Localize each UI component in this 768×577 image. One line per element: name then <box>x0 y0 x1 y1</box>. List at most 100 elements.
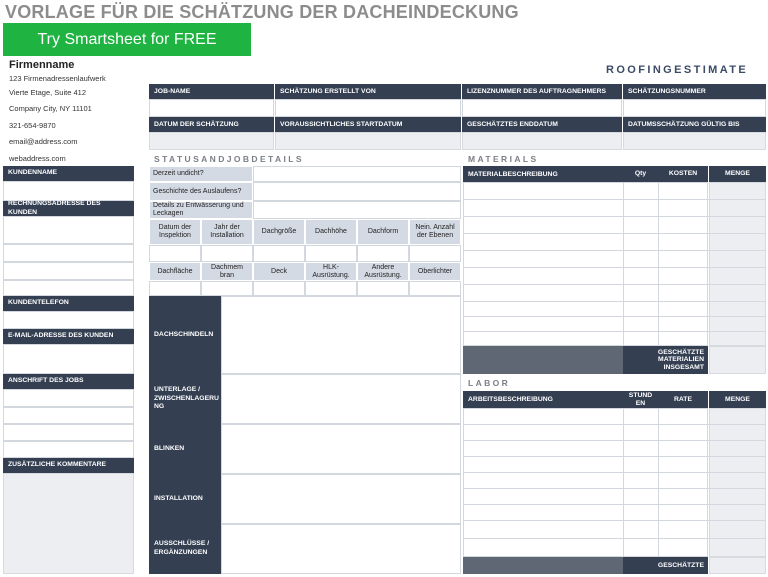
materials-total-value <box>709 346 766 374</box>
customer-name-field[interactable] <box>3 181 134 201</box>
value-roof-size[interactable] <box>253 245 305 262</box>
header-start-date: VORAUSSICHTLICHES STARTDATUM <box>275 117 461 132</box>
job-address-field-3[interactable] <box>3 424 134 441</box>
license-number-field[interactable] <box>462 99 622 117</box>
status-section-title: STATUSANDJOBDETAILS <box>154 154 304 164</box>
header-license-number: LIZENZNUMMER DES AUFTRAGNEHMERS <box>462 84 622 99</box>
end-date-field[interactable] <box>462 132 622 150</box>
materials-header-qty: Qty <box>623 166 658 182</box>
materials-divider-1 <box>623 182 624 346</box>
customer-phone-field[interactable] <box>3 311 134 329</box>
customer-phone-label: KUNDENTELEFON <box>3 296 134 311</box>
labor-section-title: LABOR <box>468 378 511 388</box>
estimate-number-field[interactable] <box>623 99 766 117</box>
estimate-date-field[interactable] <box>149 132 274 150</box>
value-roof-height[interactable] <box>305 245 357 262</box>
label-skylights: Oberlichter <box>409 262 461 281</box>
materials-total-label: GESCHÄTZTE MATERIALIEN INSGESAMT <box>623 346 708 374</box>
header-estimate-by: SCHÄTZUNG ERSTELLT VON <box>275 84 461 99</box>
job-address-field-1[interactable] <box>3 389 134 407</box>
labor-row-line <box>463 440 766 441</box>
company-name: Firmenname <box>9 59 75 71</box>
question-leaking: Derzeit undicht? <box>149 166 253 182</box>
label-roof-area: Dachfläche <box>149 262 201 281</box>
labor-row-line <box>463 538 766 539</box>
block-flashing-field[interactable] <box>221 424 461 474</box>
billing-address-field-3[interactable] <box>3 262 134 280</box>
block-shingles-field[interactable] <box>221 296 461 374</box>
block-label-exclusions: AUSSCHLÜSSE / ERGÄNZUNGEN <box>149 524 221 574</box>
labor-table-body[interactable] <box>463 408 708 557</box>
header-estimate-date: DATUM DER SCHÄTZUNG <box>149 117 274 132</box>
valid-until-field[interactable] <box>623 132 766 150</box>
materials-row-line <box>463 216 766 217</box>
labor-row-line <box>463 488 766 489</box>
job-address-label: ANSCHRIFT DES JOBS <box>3 374 134 389</box>
labor-divider-1 <box>623 408 624 557</box>
labor-row-line <box>463 520 766 521</box>
company-website: webaddress.com <box>9 154 66 163</box>
value-inspection-date[interactable] <box>149 245 201 262</box>
value-deck[interactable] <box>253 281 305 296</box>
label-roof-size: Dachgröße <box>253 219 305 245</box>
page-title: VORLAGE FÜR DIE SCHÄTZUNG DER DACHEINDEC… <box>5 2 519 22</box>
customer-name-label: KUNDENNAME <box>3 166 134 181</box>
labor-header-rate: RATE <box>658 391 708 408</box>
billing-address-field-4[interactable] <box>3 280 134 296</box>
job-address-field-2[interactable] <box>3 407 134 424</box>
answer-drainage[interactable] <box>253 201 461 219</box>
job-name-field[interactable] <box>149 99 274 117</box>
materials-row-line <box>463 199 766 200</box>
value-roof-shape[interactable] <box>357 245 409 262</box>
value-levels[interactable] <box>409 245 461 262</box>
block-exclusions-field[interactable] <box>221 524 461 574</box>
materials-header-cost: KOSTEN <box>658 166 708 182</box>
customer-email-field[interactable] <box>3 344 134 374</box>
labor-row-line <box>463 472 766 473</box>
materials-row-line <box>463 331 766 332</box>
materials-row-line <box>463 301 766 302</box>
label-roof-height: Dachhöhe <box>305 219 357 245</box>
value-skylights[interactable] <box>409 281 461 296</box>
comments-label: ZUSÄTZLICHE KOMMENTARE <box>3 458 134 473</box>
company-email: email@address.com <box>9 137 78 146</box>
labor-header-hours: STUND EN <box>623 391 658 408</box>
block-label-underlayment: UNTERLAGE / ZWISCHENLAGERU NG <box>149 374 221 424</box>
block-label-shingles: DACHSCHINDELN <box>149 296 221 374</box>
materials-table-body[interactable] <box>463 182 708 346</box>
value-other-equipment[interactable] <box>357 281 409 296</box>
materials-header-amount: MENGE <box>709 166 766 182</box>
label-levels: Nein. Anzahl der Ebenen <box>409 219 461 245</box>
company-city: Company City, NY 11101 <box>9 104 92 113</box>
value-install-year[interactable] <box>201 245 253 262</box>
label-deck: Deck <box>253 262 305 281</box>
company-phone: 321-654-9870 <box>9 121 56 130</box>
try-smartsheet-button[interactable]: Try Smartsheet for FREE <box>3 23 251 56</box>
label-inspection-date: Datum der Inspektion <box>149 219 201 245</box>
answer-leak-history[interactable] <box>253 182 461 201</box>
job-address-field-4[interactable] <box>3 441 134 458</box>
labor-row-line <box>463 504 766 505</box>
materials-section-title: MATERIALS <box>468 154 539 164</box>
billing-address-field-2[interactable] <box>3 244 134 262</box>
answer-leaking[interactable] <box>253 166 461 182</box>
block-installation-field[interactable] <box>221 474 461 524</box>
billing-address-label: RECHNUNGSADRESSE DES KUNDEN <box>3 200 134 216</box>
billing-address-field-1[interactable] <box>3 216 134 244</box>
labor-row-line <box>463 424 766 425</box>
labor-total-value <box>709 557 766 574</box>
value-hvac[interactable] <box>305 281 357 296</box>
block-underlayment-field[interactable] <box>221 374 461 424</box>
label-membrane: Dachmem bran <box>201 262 253 281</box>
question-leak-history: Geschichte des Auslaufens? <box>149 182 253 201</box>
block-label-flashing: BLINKEN <box>149 424 221 474</box>
start-date-field[interactable] <box>275 132 461 150</box>
materials-divider-2 <box>658 182 659 346</box>
estimate-by-field[interactable] <box>275 99 461 117</box>
company-address-line-1: 123 Firmenadressenlaufwerk <box>9 74 106 83</box>
header-end-date: GESCHÄTZTES ENDDATUM <box>462 117 622 132</box>
value-roof-area[interactable] <box>149 281 201 296</box>
value-membrane[interactable] <box>201 281 253 296</box>
comments-field[interactable] <box>3 473 134 574</box>
labor-header-description: ARBEITSBESCHREIBUNG <box>463 391 623 408</box>
